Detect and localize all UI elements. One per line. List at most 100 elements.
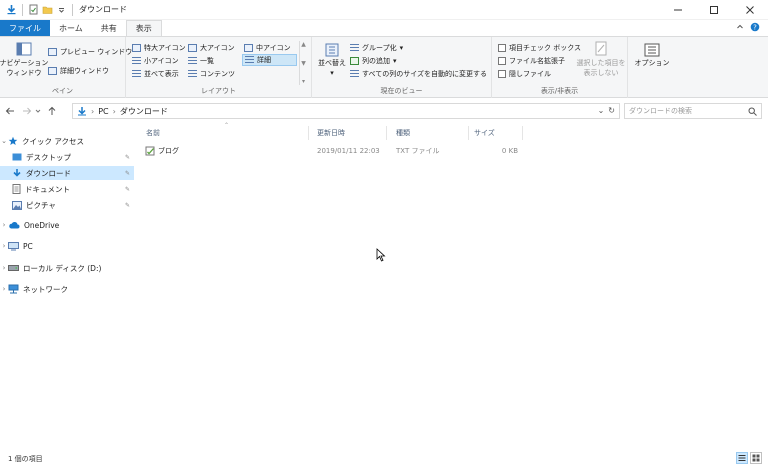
hide-selected-label-2: 表示しない	[583, 69, 619, 77]
extra-large-icons-button[interactable]: 特大アイコン	[132, 43, 186, 53]
properties-icon[interactable]	[28, 4, 39, 15]
column-size[interactable]: サイズ	[474, 126, 495, 140]
collapsed-chevron-icon[interactable]: ›	[0, 264, 8, 272]
column-divider[interactable]	[308, 126, 309, 140]
tiles-icon	[132, 70, 141, 78]
expanded-chevron-icon[interactable]: ⌄	[0, 137, 8, 145]
address-history-dropdown-icon[interactable]: ⌄	[598, 106, 605, 115]
nav-network[interactable]: › ネットワーク	[0, 282, 134, 296]
search-box[interactable]	[624, 103, 762, 119]
nav-pictures[interactable]: ピクチャ ✎	[0, 198, 134, 212]
group-by-icon	[350, 44, 359, 52]
help-icon[interactable]: ?	[750, 22, 760, 34]
add-columns-button[interactable]: 列の追加 ▾	[350, 56, 397, 66]
tiles-button[interactable]: 並べて表示	[132, 69, 179, 79]
maximize-button[interactable]	[696, 0, 732, 20]
preview-pane-button[interactable]: プレビュー ウィンドウ	[48, 47, 132, 57]
list-button[interactable]: 一覧	[188, 56, 214, 66]
search-input[interactable]	[629, 107, 739, 115]
extra-large-icons-icon	[132, 44, 141, 52]
pin-icon[interactable]: ✎	[125, 202, 130, 209]
nav-pc[interactable]: › PC	[0, 239, 134, 253]
new-folder-icon[interactable]	[42, 4, 53, 15]
details-pane-button[interactable]: 詳細ウィンドウ	[48, 66, 109, 76]
details-view-toggle[interactable]	[736, 452, 748, 464]
layout-gallery-scroll[interactable]: ▲ ▼ ▾	[299, 41, 307, 85]
file-name: ブログ	[158, 147, 179, 155]
collapsed-chevron-icon[interactable]: ›	[0, 285, 8, 293]
collapsed-chevron-icon[interactable]: ›	[0, 242, 8, 250]
nav-documents[interactable]: ドキュメント ✎	[0, 182, 134, 196]
column-divider[interactable]	[468, 126, 469, 140]
sort-by-button[interactable]: 並べ替え ▾	[316, 43, 348, 77]
collapsed-chevron-icon[interactable]: ›	[0, 221, 8, 229]
content-button[interactable]: コンテンツ	[188, 69, 235, 79]
documents-icon	[12, 184, 21, 194]
file-name-cell: ブログ	[145, 144, 179, 158]
tab-share[interactable]: 共有	[92, 20, 126, 36]
breadcrumb-separator-icon: ›	[112, 106, 116, 116]
column-divider[interactable]	[522, 126, 523, 140]
recent-locations-button[interactable]	[34, 104, 42, 118]
file-size: 0 KB	[501, 147, 518, 155]
breadcrumb-pc[interactable]: PC	[98, 107, 108, 116]
pin-icon[interactable]: ✎	[125, 186, 130, 193]
forward-button[interactable]	[20, 104, 34, 118]
current-view-group-label: 現在のビュー	[380, 87, 423, 95]
pin-icon[interactable]: ✎	[125, 170, 130, 177]
collapse-ribbon-icon[interactable]	[736, 23, 744, 33]
large-icons-button[interactable]: 大アイコン	[188, 43, 235, 53]
navigation-pane-icon	[16, 42, 32, 56]
item-checkboxes-toggle[interactable]: 項目チェック ボックス	[498, 43, 581, 53]
hidden-items-toggle[interactable]: 隠しファイル	[498, 69, 551, 79]
customize-toolbar-icon[interactable]	[56, 4, 67, 15]
pin-icon[interactable]: ✎	[125, 154, 130, 161]
column-modified[interactable]: 更新日時	[317, 126, 345, 140]
file-extensions-toggle[interactable]: ファイル名拡張子	[498, 56, 565, 66]
nav-desktop-label: デスクトップ	[26, 152, 71, 162]
nav-downloads[interactable]: ダウンロード ✎	[0, 166, 134, 180]
address-box[interactable]: › PC › ダウンロード ⌄ ↻	[72, 103, 620, 119]
size-all-columns-button[interactable]: すべての列のサイズを自動的に変更する	[350, 69, 487, 79]
back-arrow-icon	[5, 107, 14, 115]
large-icons-label: 大アイコン	[200, 44, 235, 52]
address-actions: ⌄ ↻	[598, 106, 615, 115]
medium-icons-button[interactable]: 中アイコン	[244, 43, 291, 53]
minimize-button[interactable]	[660, 0, 696, 20]
refresh-icon[interactable]: ↻	[608, 106, 615, 115]
file-extensions-checkbox[interactable]	[498, 57, 506, 65]
tab-file[interactable]: ファイル	[0, 20, 50, 36]
show-hide-group-label: 表示/非表示	[540, 87, 579, 95]
small-icons-label: 小アイコン	[144, 57, 179, 65]
nav-onedrive[interactable]: › OneDrive	[0, 218, 134, 232]
group-by-button[interactable]: グループ化 ▾	[350, 43, 403, 53]
nav-desktop[interactable]: デスクトップ ✎	[0, 150, 134, 164]
back-button[interactable]	[3, 104, 17, 118]
scroll-down-icon: ▼	[301, 59, 306, 67]
hidden-items-checkbox[interactable]	[498, 70, 506, 78]
nav-quick-access[interactable]: ⌄ クイック アクセス	[0, 134, 134, 148]
details-view-label: 詳細	[257, 56, 271, 64]
hide-selected-button[interactable]: 選択した項目を 表示しない	[576, 41, 626, 77]
details-view-button[interactable]: 詳細	[242, 54, 297, 66]
view-switcher	[736, 452, 762, 464]
nav-local-disk[interactable]: › ローカル ディスク (D:)	[0, 261, 134, 275]
up-button[interactable]	[45, 104, 59, 118]
close-button[interactable]	[732, 0, 768, 20]
options-button[interactable]: オプション	[634, 43, 670, 67]
download-arrow-icon	[13, 169, 21, 177]
item-checkboxes-checkbox[interactable]	[498, 44, 506, 52]
preview-pane-label: プレビュー ウィンドウ	[60, 48, 133, 56]
column-name[interactable]: 名前	[146, 126, 160, 140]
tab-home[interactable]: ホーム	[50, 20, 92, 36]
column-type[interactable]: 種類	[396, 126, 410, 140]
tab-view[interactable]: 表示	[125, 20, 162, 36]
breadcrumb-downloads[interactable]: ダウンロード	[120, 106, 168, 117]
small-icons-button[interactable]: 小アイコン	[132, 56, 179, 66]
table-row[interactable]: ブログ 2019/01/11 22:03 TXT ファイル 0 KB	[140, 144, 540, 158]
large-icons-view-toggle[interactable]	[750, 452, 762, 464]
nav-quick-access-label: クイック アクセス	[22, 136, 85, 146]
navigation-pane-button[interactable]: ナビゲーション ウィンドウ	[0, 41, 48, 77]
toolbar-separator	[72, 3, 73, 16]
column-divider[interactable]	[386, 126, 387, 140]
